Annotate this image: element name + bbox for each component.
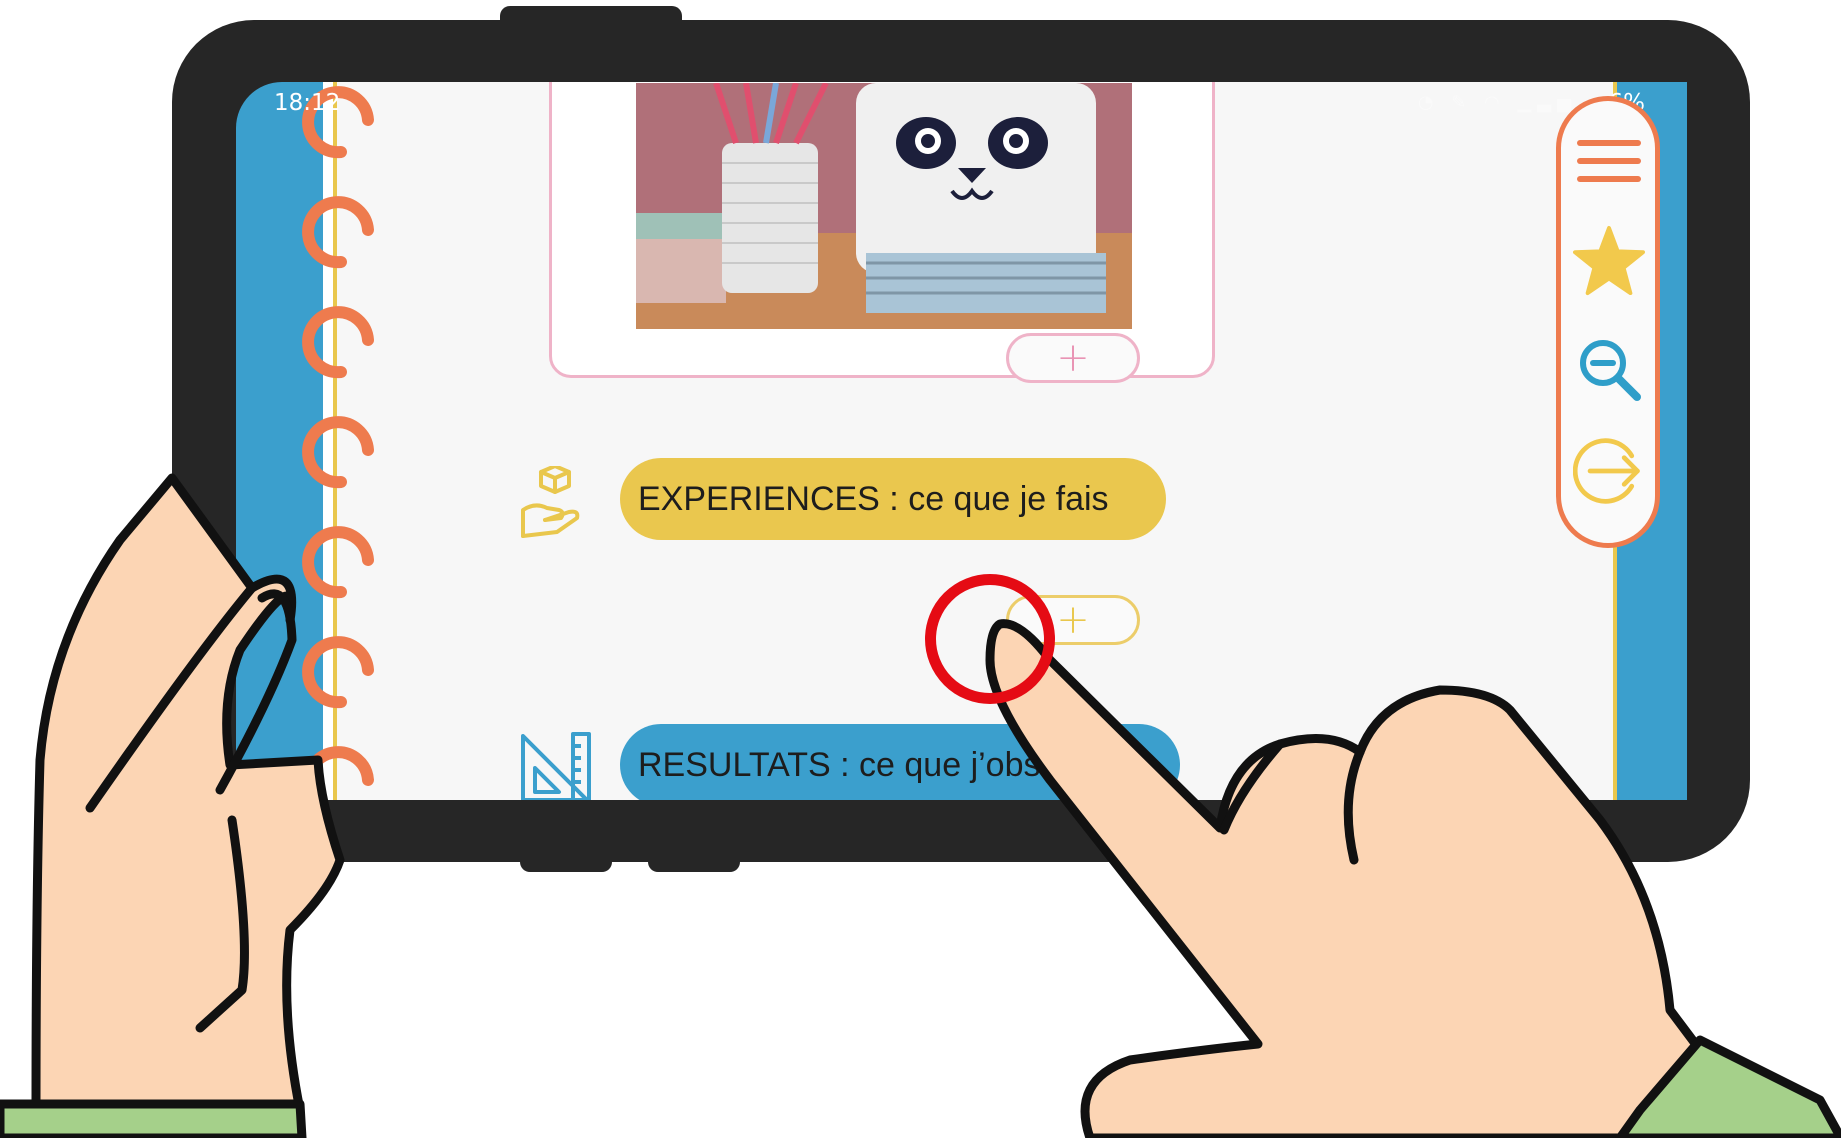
hands-illustration — [0, 473, 1841, 1138]
right-hand — [985, 619, 1841, 1138]
left-hand — [0, 473, 345, 1138]
tap-highlight-circle — [925, 574, 1055, 704]
